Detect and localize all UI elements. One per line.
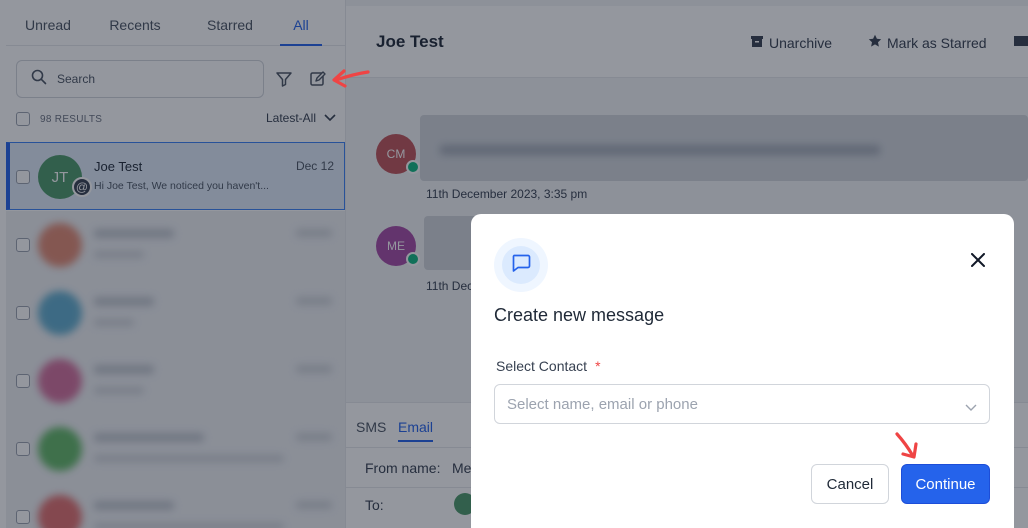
annotation-arrow-icon [892,430,922,462]
select-contact-label: Select Contact * [496,358,601,374]
cancel-button[interactable]: Cancel [811,464,889,504]
contact-select[interactable]: Select name, email or phone [494,384,990,424]
close-icon[interactable] [968,250,988,270]
required-mark: * [595,358,601,374]
modal-title: Create new message [494,305,665,325]
chevron-down-icon [965,399,977,417]
create-message-modal: Create new message Select Contact * Selec… [471,214,1014,528]
modal-icon [494,238,548,292]
annotation-arrow-icon [328,64,372,90]
continue-button[interactable]: Continue [901,464,990,504]
contact-select-placeholder: Select name, email or phone [507,395,698,413]
chat-bubble-icon [510,252,532,279]
select-contact-text: Select Contact [496,358,588,374]
